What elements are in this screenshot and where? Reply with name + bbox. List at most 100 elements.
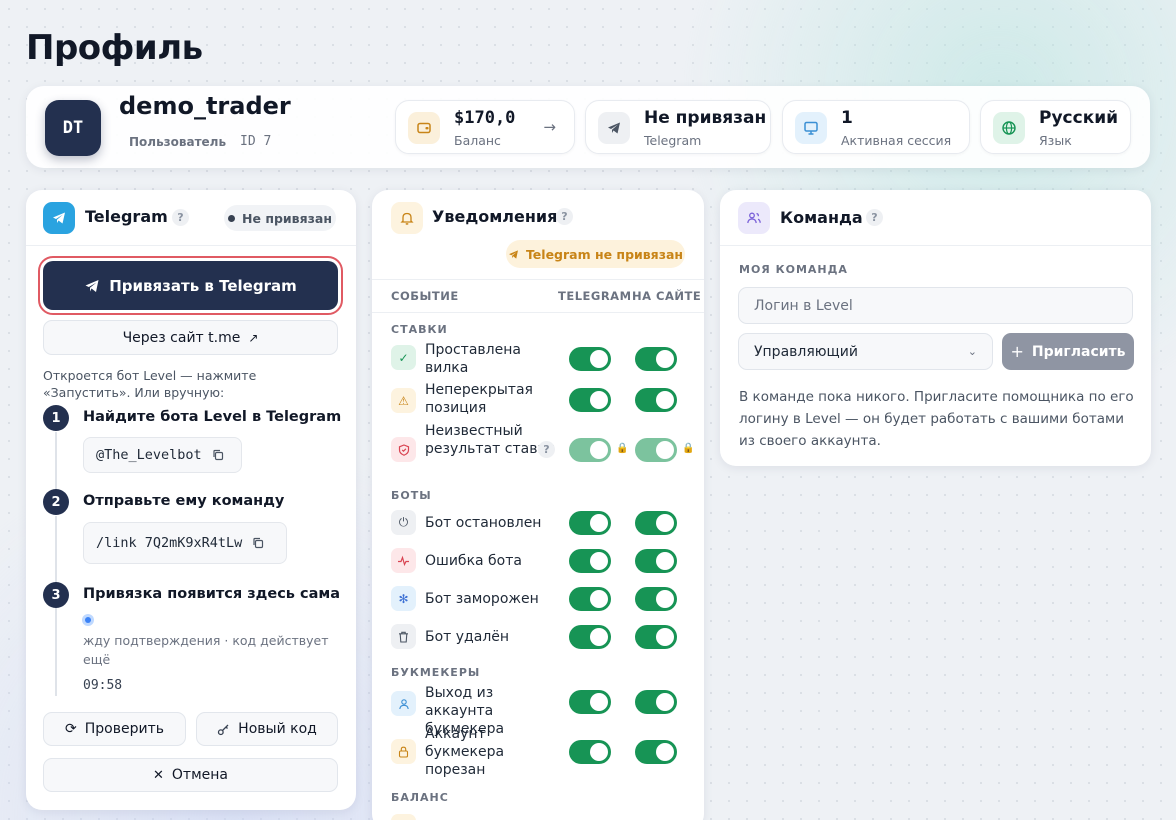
telegram-card-title: Telegram <box>85 207 168 226</box>
site-toggle[interactable] <box>635 511 677 535</box>
user-icon <box>391 691 416 716</box>
telegram-warning-label: Telegram не привязан <box>525 246 684 262</box>
globe-icon <box>993 112 1025 144</box>
site-toggle-locked <box>635 438 677 462</box>
section-label: БОТЫ <box>391 489 432 502</box>
new-code-label: Новый код <box>238 721 317 737</box>
language-value: Русский <box>1039 108 1119 128</box>
code-timer: 09:58 <box>83 678 123 693</box>
telegram-stat[interactable]: Не привязан Telegram <box>585 100 771 154</box>
telegram-toggle[interactable] <box>569 511 611 535</box>
balance-value: $170,0 <box>454 108 516 128</box>
step-connector <box>55 432 57 494</box>
step-number: 3 <box>43 582 69 608</box>
role-select-value: Управляющий <box>754 343 858 360</box>
copy-icon[interactable] <box>212 449 224 461</box>
site-toggle[interactable] <box>635 549 677 573</box>
profile-header-card: DT demo_trader Пользователь ID 7 $170,0 … <box>26 86 1150 168</box>
help-icon[interactable]: ? <box>866 209 883 226</box>
telegram-card: Telegram ? Не привязан Привязать в Teleg… <box>26 190 356 810</box>
sessions-stat[interactable]: 1 Активная сессия <box>782 100 970 154</box>
trash-icon <box>391 624 416 649</box>
language-label: Язык <box>1039 133 1072 148</box>
site-toggle[interactable] <box>635 690 677 714</box>
telegram-icon <box>598 112 630 144</box>
arrow-right-icon: → <box>543 118 556 136</box>
lock-icon <box>391 739 416 764</box>
divider <box>26 245 356 246</box>
bot-handle-code[interactable]: @The_Levelbot <box>83 437 242 473</box>
chevron-down-icon: ⌄ <box>967 345 977 358</box>
site-toggle[interactable] <box>635 625 677 649</box>
telegram-toggle-locked <box>569 438 611 462</box>
sessions-value: 1 <box>841 108 853 128</box>
help-icon[interactable]: ? <box>538 441 555 458</box>
key-icon <box>218 724 229 735</box>
status-badge-label: Не привязан <box>242 210 332 226</box>
login-input[interactable]: Логин в Level <box>738 287 1133 324</box>
event-label: Ошибка бота <box>425 553 522 569</box>
step-number: 2 <box>43 489 69 515</box>
step-title: Отправьте ему команду <box>83 493 285 509</box>
copy-icon[interactable] <box>252 537 264 549</box>
bell-icon <box>391 202 423 234</box>
column-event: СОБЫТИЕ <box>391 289 459 303</box>
site-toggle[interactable] <box>635 587 677 611</box>
avatar: DT <box>45 100 101 156</box>
divider <box>372 279 704 280</box>
status-badge: Не привязан <box>224 205 336 231</box>
telegram-toggle[interactable] <box>569 549 611 573</box>
telegram-toggle[interactable] <box>569 587 611 611</box>
check-button[interactable]: ⟳ Проверить <box>43 712 186 746</box>
step-title: Найдите бота Level в Telegram <box>83 409 342 425</box>
invite-label: Пригласить <box>1031 343 1126 360</box>
telegram-toggle[interactable] <box>569 625 611 649</box>
help-icon[interactable]: ? <box>172 209 189 226</box>
activity-icon <box>391 548 416 573</box>
role-select[interactable]: Управляющий ⌄ <box>738 333 993 370</box>
help-icon[interactable]: ? <box>556 208 573 225</box>
cancel-button[interactable]: ✕ Отмена <box>43 758 338 792</box>
team-title: Команда <box>780 208 863 227</box>
site-toggle[interactable] <box>635 347 677 371</box>
wallet-icon <box>391 814 416 820</box>
telegram-toggle[interactable] <box>569 347 611 371</box>
section-label: БУКМЕКЕРЫ <box>391 666 481 679</box>
site-toggle[interactable] <box>635 388 677 412</box>
telegram-toggle[interactable] <box>569 740 611 764</box>
balance-stat[interactable]: $170,0 Баланс → <box>395 100 575 154</box>
event-label: Неперекрытая позиция <box>425 382 533 416</box>
column-telegram: TELEGRAM <box>558 289 632 303</box>
link-command-code[interactable]: /link 7Q2mK9xR4tLw <box>83 522 287 564</box>
telegram-toggle[interactable] <box>569 690 611 714</box>
telegram-status-label: Telegram <box>644 133 702 148</box>
check-icon: ✓ <box>391 345 416 370</box>
step-connector <box>55 516 57 584</box>
invite-button[interactable]: + Пригласить <box>1002 333 1134 370</box>
divider <box>720 245 1151 246</box>
column-site: НА САЙТЕ <box>632 289 702 303</box>
monitor-icon <box>795 112 827 144</box>
link-command: /link 7Q2mK9xR4tLw <box>96 535 243 551</box>
shield-icon <box>391 437 416 462</box>
step-number: 1 <box>43 405 69 431</box>
event-label: Бот удалён <box>425 629 510 645</box>
user-role: Пользователь <box>129 135 227 149</box>
team-card: Команда ? МОЯ КОМАНДА Логин в Level Упра… <box>720 190 1151 466</box>
site-toggle[interactable] <box>635 740 677 764</box>
new-code-button[interactable]: Новый код <box>196 712 338 746</box>
step-connector <box>55 608 57 696</box>
telegram-warning-badge: Telegram не привязан <box>506 240 685 268</box>
team-empty-text: В команде пока никого. Пригласите помощн… <box>739 389 1134 449</box>
language-stat[interactable]: Русский Язык <box>980 100 1131 154</box>
link-telegram-button[interactable]: Привязать в Telegram <box>38 256 343 315</box>
telegram-toggle[interactable] <box>569 388 611 412</box>
wallet-icon <box>408 112 440 144</box>
event-label: Бот остановлен <box>425 515 542 531</box>
waiting-indicator <box>82 614 94 626</box>
notifications-title: Уведомления <box>432 207 558 226</box>
sessions-label: Активная сессия <box>841 133 952 148</box>
lock-icon: 🔒 <box>682 443 695 454</box>
hint-text: Откроется бот Level — нажмите «Запустить… <box>43 368 257 400</box>
via-site-button[interactable]: Через сайт t.me ↗ <box>43 320 338 355</box>
